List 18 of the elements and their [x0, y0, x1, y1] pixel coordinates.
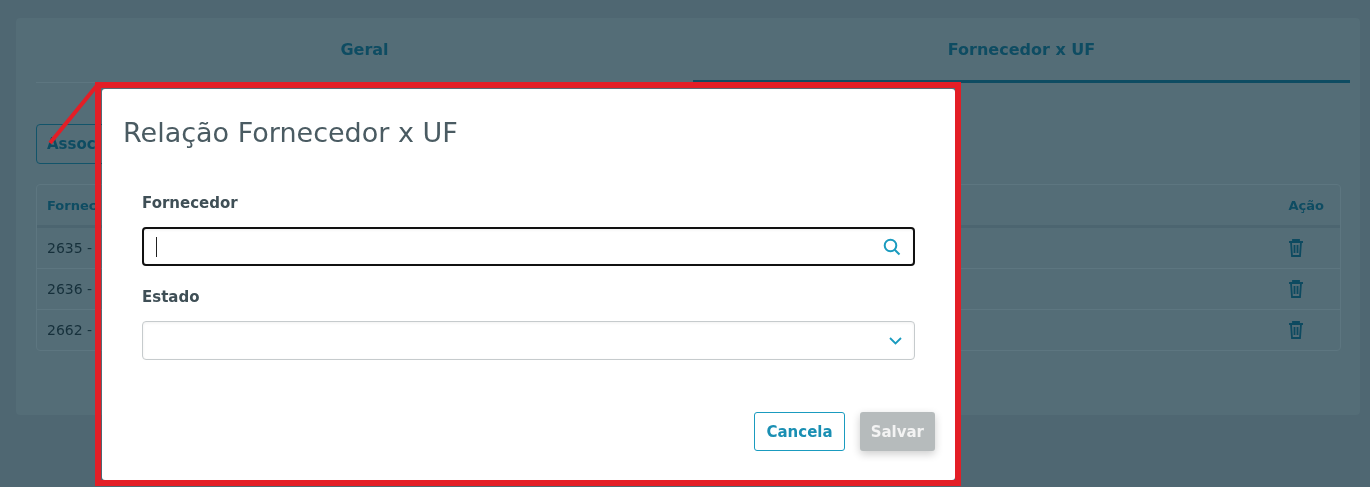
column-header: Fornec: [47, 197, 97, 213]
column-header: Ação: [1288, 197, 1324, 213]
select-field[interactable]: [142, 321, 915, 360]
trash-icon[interactable]: [1288, 239, 1304, 257]
trash-icon[interactable]: [1288, 280, 1304, 298]
search-field[interactable]: [142, 227, 915, 266]
table-cell: 2635 -: [47, 240, 93, 256]
search-icon[interactable]: [883, 237, 901, 256]
trash-icon[interactable]: [1288, 321, 1304, 339]
chevron-down-icon[interactable]: [889, 336, 902, 345]
table-cell: 2636 -: [47, 281, 93, 297]
tab[interactable]: Geral: [36, 18, 693, 83]
field-label: Fornecedor: [142, 194, 239, 212]
cancel-button[interactable]: Cancela: [754, 412, 845, 451]
field-label: Estado: [142, 288, 201, 306]
text-cursor: [156, 236, 157, 257]
table-cell: 2662 -: [47, 322, 93, 338]
tab[interactable]: Fornecedor x UF: [693, 18, 1350, 83]
